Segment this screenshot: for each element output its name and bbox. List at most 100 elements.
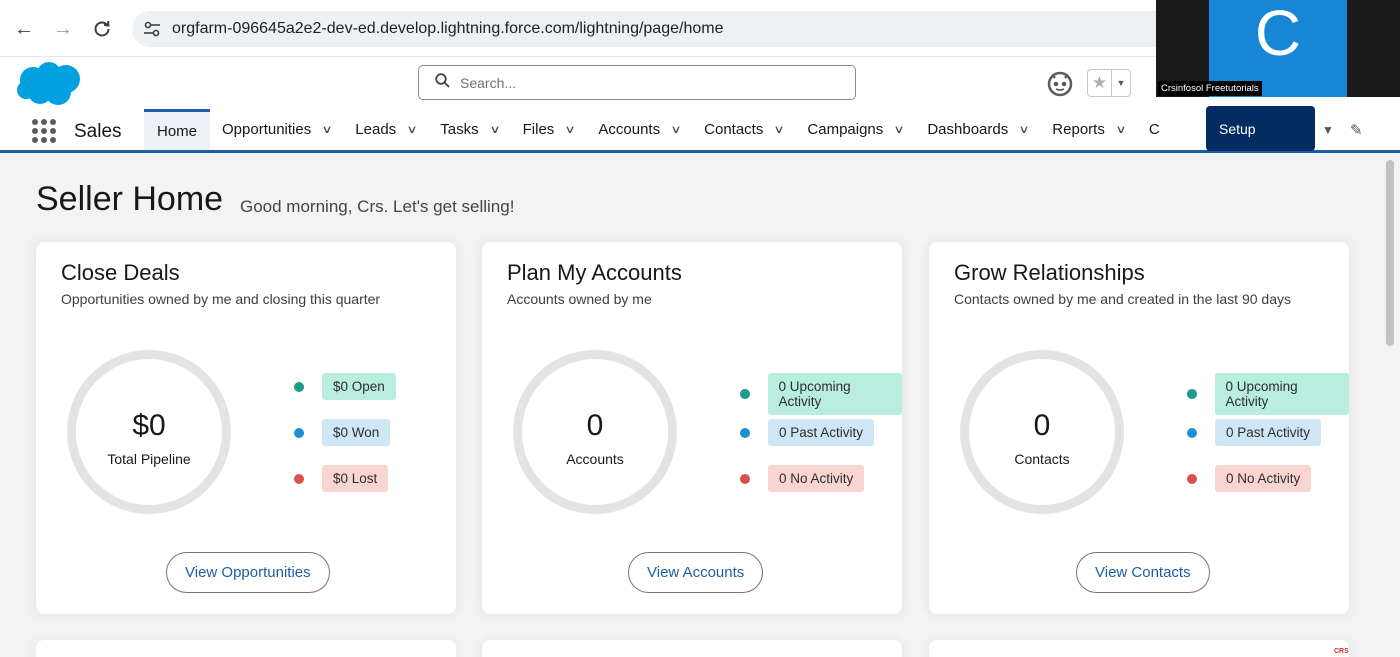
- next-row-card: [36, 640, 456, 657]
- chevron-down-icon[interactable]: ∨: [774, 123, 785, 136]
- nav-tab-truncated[interactable]: C: [1137, 109, 1172, 150]
- chevron-down-icon[interactable]: ∨: [670, 123, 681, 136]
- accounts-ring-chart: 0 Accounts: [513, 350, 677, 514]
- grow-relationships-card: Grow Relationships Contacts owned by me …: [929, 242, 1349, 614]
- chevron-down-icon[interactable]: ∨: [1115, 123, 1126, 136]
- legend-dot: [294, 381, 304, 392]
- card-subtitle: Opportunities owned by me and closing th…: [61, 291, 381, 307]
- reload-icon[interactable]: [89, 16, 115, 42]
- avatar-initial: C: [1254, 0, 1302, 69]
- page-scrollbar[interactable]: [1386, 160, 1394, 346]
- next-row-card: [929, 640, 1349, 657]
- back-arrow-icon[interactable]: ←: [11, 16, 37, 42]
- watermark-logo: CRS: [1334, 648, 1349, 655]
- legend-item-none: 0 No Activity: [740, 465, 865, 492]
- chevron-down-icon[interactable]: ∨: [1019, 123, 1030, 136]
- ring-label: Total Pipeline: [107, 451, 191, 467]
- legend-dot: [1187, 427, 1197, 438]
- nav-tab-label: Files: [522, 121, 555, 138]
- participant-name: Crsinfosol Freetutorials: [1158, 81, 1262, 96]
- global-search[interactable]: [418, 65, 856, 100]
- legend-badge: 0 No Activity: [1215, 465, 1312, 492]
- setup-tooltip: Setup: [1206, 106, 1315, 151]
- star-icon[interactable]: ★: [1088, 70, 1112, 96]
- pencil-icon[interactable]: ✎: [1350, 121, 1363, 139]
- nav-tab-label: Campaigns: [807, 121, 884, 138]
- favorites-group[interactable]: ★ ▼: [1087, 69, 1131, 97]
- chevron-down-icon[interactable]: ∨: [894, 123, 905, 136]
- chevron-down-icon[interactable]: ∨: [565, 123, 576, 136]
- nav-tab-opportunities[interactable]: Opportunities ∨: [210, 109, 343, 150]
- nav-tab-campaigns[interactable]: Campaigns ∨: [795, 109, 915, 150]
- site-settings-icon[interactable]: [132, 21, 172, 37]
- nav-tab-contacts[interactable]: Contacts ∨: [692, 109, 795, 150]
- legend-badge: $0 Open: [322, 373, 396, 400]
- view-accounts-button[interactable]: View Accounts: [628, 552, 764, 593]
- nav-tab-tasks[interactable]: Tasks ∨: [428, 109, 510, 150]
- legend-item-past: 0 Past Activity: [740, 419, 875, 446]
- forward-arrow-icon[interactable]: →: [50, 16, 76, 42]
- chevron-down-icon[interactable]: ∨: [407, 123, 418, 136]
- nav-tab-home[interactable]: Home: [144, 109, 211, 150]
- nav-tab-label: Leads: [355, 121, 397, 138]
- legend-dot: [294, 427, 304, 438]
- nav-tab-label: Tasks: [440, 121, 479, 138]
- legend-item-lost: $0 Lost: [294, 465, 389, 492]
- view-opportunities-button[interactable]: View Opportunities: [166, 552, 330, 593]
- legend-item-past: 0 Past Activity: [1187, 419, 1322, 446]
- search-icon: [435, 72, 450, 93]
- ring-label: Contacts: [1014, 451, 1070, 467]
- nav-tab-label: Dashboards: [927, 121, 1009, 138]
- legend-dot: [1187, 473, 1197, 484]
- nav-tab-dashboards[interactable]: Dashboards ∨: [915, 109, 1040, 150]
- view-contacts-button[interactable]: View Contacts: [1076, 552, 1210, 593]
- legend-item-won: $0 Won: [294, 419, 391, 446]
- legend-item-upcoming: 0 Upcoming Activity: [1187, 373, 1349, 415]
- legend-dot: [294, 473, 304, 484]
- nav-tab-reports[interactable]: Reports ∨: [1040, 109, 1137, 150]
- legend-dot: [1187, 389, 1197, 399]
- url-text: orgfarm-096645a2e2-dev-ed.develop.lightn…: [172, 20, 724, 37]
- legend-badge: 0 Past Activity: [768, 419, 875, 446]
- ring-label: Accounts: [566, 451, 624, 467]
- salesforce-logo[interactable]: [16, 61, 82, 112]
- legend-badge: 0 Upcoming Activity: [1214, 373, 1349, 415]
- legend-item-open: $0 Open: [294, 373, 396, 400]
- app-navigation: Sales Home Opportunities ∨ Leads ∨ Tasks ∨ …: [0, 109, 1400, 153]
- ring-value: $0: [132, 409, 166, 442]
- app-name: Sales: [74, 121, 122, 142]
- favorites-dropdown-icon[interactable]: ▼: [1112, 70, 1130, 96]
- pipeline-ring-chart: $0 Total Pipeline: [67, 350, 231, 514]
- nav-tab-leads[interactable]: Leads ∨: [343, 109, 428, 150]
- legend-item-upcoming: 0 Upcoming Activity: [740, 373, 902, 415]
- address-bar[interactable]: orgfarm-096645a2e2-dev-ed.develop.lightn…: [132, 11, 1192, 47]
- ring-value: 0: [1033, 409, 1051, 442]
- legend-badge: $0 Lost: [322, 465, 389, 492]
- contacts-ring-chart: 0 Contacts: [960, 350, 1124, 514]
- video-call-overlay: C Crsinfosol Freetutorials: [1156, 0, 1400, 97]
- app-launcher-icon[interactable]: [32, 119, 56, 143]
- nav-tab-label: Reports: [1052, 121, 1105, 138]
- chevron-down-icon[interactable]: ∨: [489, 123, 500, 136]
- legend-badge: 0 No Activity: [768, 465, 865, 492]
- nav-tab-label: Accounts: [598, 121, 661, 138]
- next-row-card: [482, 640, 902, 657]
- ring-value: 0: [586, 409, 604, 442]
- chevron-down-icon[interactable]: ∨: [322, 123, 333, 136]
- greeting-text: Good morning, Crs. Let's get selling!: [240, 197, 515, 216]
- einstein-assistant-icon[interactable]: [1046, 69, 1074, 102]
- nav-tab-files[interactable]: Files ∨: [511, 109, 587, 150]
- card-subtitle: Accounts owned by me: [507, 291, 652, 307]
- nav-tab-accounts[interactable]: Accounts ∨: [586, 109, 692, 150]
- plan-my-accounts-card: Plan My Accounts Accounts owned by me 0 …: [482, 242, 902, 614]
- search-input[interactable]: [460, 74, 820, 91]
- nav-tab-label: Contacts: [704, 121, 764, 138]
- legend-item-none: 0 No Activity: [1187, 465, 1312, 492]
- nav-tabs: Home Opportunities ∨ Leads ∨ Tasks ∨ Files ∨…: [144, 109, 1172, 150]
- close-deals-card: Close Deals Opportunities owned by me an…: [36, 242, 456, 614]
- page-title: Seller Home: [36, 180, 224, 218]
- card-title: Close Deals: [61, 260, 180, 285]
- card-subtitle: Contacts owned by me and created in the …: [954, 291, 1291, 307]
- nav-tab-label: C: [1148, 121, 1160, 138]
- more-tabs-icon[interactable]: ▼: [1322, 123, 1334, 137]
